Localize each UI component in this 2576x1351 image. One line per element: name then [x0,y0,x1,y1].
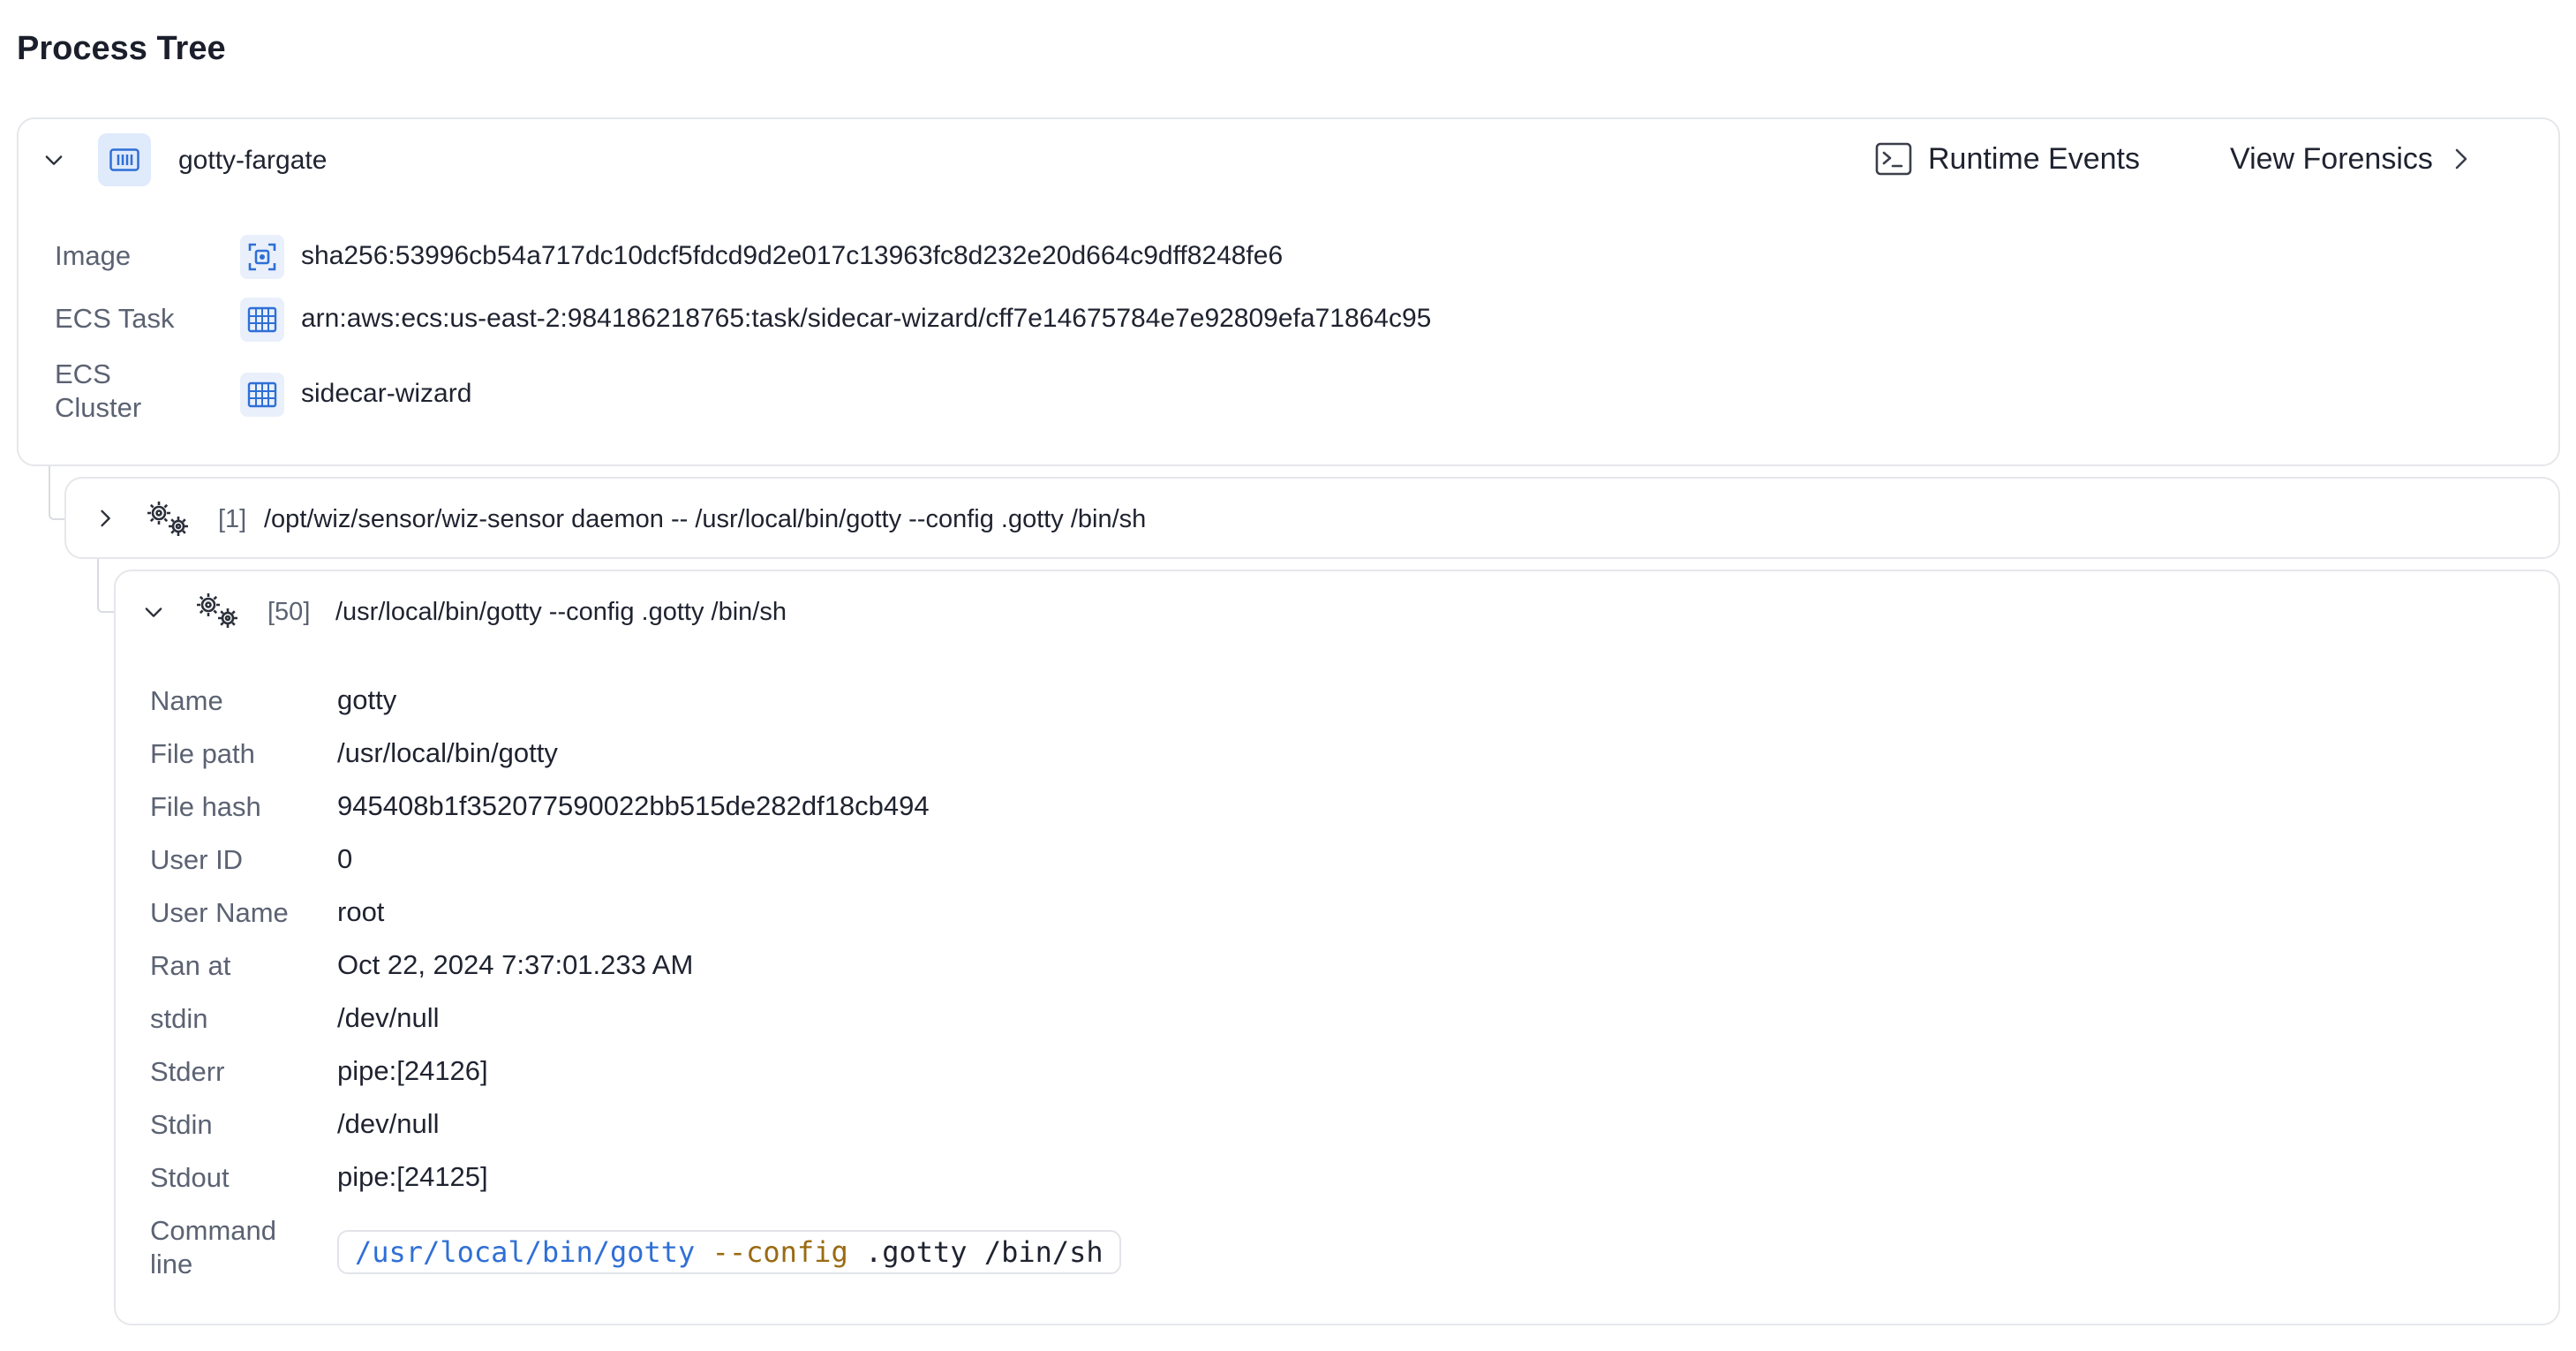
runtime-events-label: Runtime Events [1928,141,2140,176]
tree-connector [49,466,66,520]
process-command: /usr/local/bin/gotty --config .gotty /bi… [335,598,787,626]
detail-value-stdin: /dev/null [337,1108,440,1139]
image-value: sha256:53996cb54a717dc10dcf5fdcd9d2e017c… [301,241,1284,270]
view-forensics-label: View Forensics [2230,141,2433,176]
detail-label-name: Name [150,685,223,716]
process-command: /opt/wiz/sensor/wiz-sensor daemon -- /us… [264,505,1147,533]
detail-label-user-name: User Name [150,897,289,928]
runtime-events-button[interactable]: Runtime Events [1875,139,2140,179]
detail-label-ran-at: Ran at [150,950,231,981]
detail-label-stderr: Stderr [150,1056,225,1087]
command-token: --config [712,1235,848,1269]
command-token: .gotty /bin/sh [847,1235,1103,1269]
ecs-task-label: ECS Task [55,303,175,334]
process-gears-icon [197,593,237,628]
ecs-task-value: arn:aws:ecs:us-east-2:984186218765:task/… [301,304,1432,333]
detail-value-stderr: pipe:[24126] [337,1055,488,1086]
expand-chevron-right-icon[interactable] [89,502,121,534]
process-tree-page: Process Tree gotty-fargate Runtime Event… [0,0,2576,1351]
detail-label-command-line: Command line [150,1215,276,1279]
detail-label-stdin: Stdin [150,1109,213,1140]
chevron-right-icon [2452,146,2470,172]
detail-value-user-name: root [337,896,385,927]
page-title: Process Tree [17,30,226,67]
process-pid: [50] [267,598,311,626]
image-scan-icon [240,235,284,279]
ecs-cluster-label: ECS Cluster [55,359,142,423]
terminal-icon [1875,142,1912,176]
detail-value-stdin-lower: /dev/null [337,1002,440,1033]
command-line-code: /usr/local/bin/gotty --config .gotty /bi… [337,1230,1121,1274]
process-pid: [1] [218,505,247,533]
ecs-cluster-icon [240,373,284,417]
process-gears-icon [147,502,188,536]
process-row-50: [50] /usr/local/bin/gotty --config .gott… [114,570,2560,1325]
detail-label-file-path: File path [150,738,255,769]
container-icon [98,133,151,186]
detail-label-user-id: User ID [150,844,244,875]
image-label: Image [55,240,132,271]
detail-label-file-hash: File hash [150,791,261,822]
container-card: gotty-fargate Runtime Events View Forens… [17,117,2560,466]
detail-value-stdout: pipe:[24125] [337,1161,488,1192]
detail-label-stdin-lower: stdin [150,1003,208,1034]
container-name: gotty-fargate [178,146,328,175]
tree-connector [97,559,116,613]
detail-value-file-path: /usr/local/bin/gotty [337,737,558,768]
collapse-chevron-down-icon[interactable] [138,596,169,628]
view-forensics-button[interactable]: View Forensics [2230,139,2470,179]
detail-value-name: gotty [337,684,397,715]
collapse-chevron-down-icon[interactable] [38,144,70,176]
detail-value-file-hash: 945408b1f352077590022bb515de282df18cb494 [337,790,930,821]
process-row-1[interactable]: [1] /opt/wiz/sensor/wiz-sensor daemon --… [64,477,2560,559]
detail-label-stdout: Stdout [150,1162,230,1193]
command-token [695,1235,712,1269]
detail-value-user-id: 0 [337,843,353,874]
detail-value-ran-at: Oct 22, 2024 7:37:01.233 AM [337,949,694,980]
command-token: /usr/local/bin/gotty [355,1235,696,1269]
ecs-task-icon [240,298,284,342]
ecs-cluster-value: sidecar-wizard [301,379,472,408]
